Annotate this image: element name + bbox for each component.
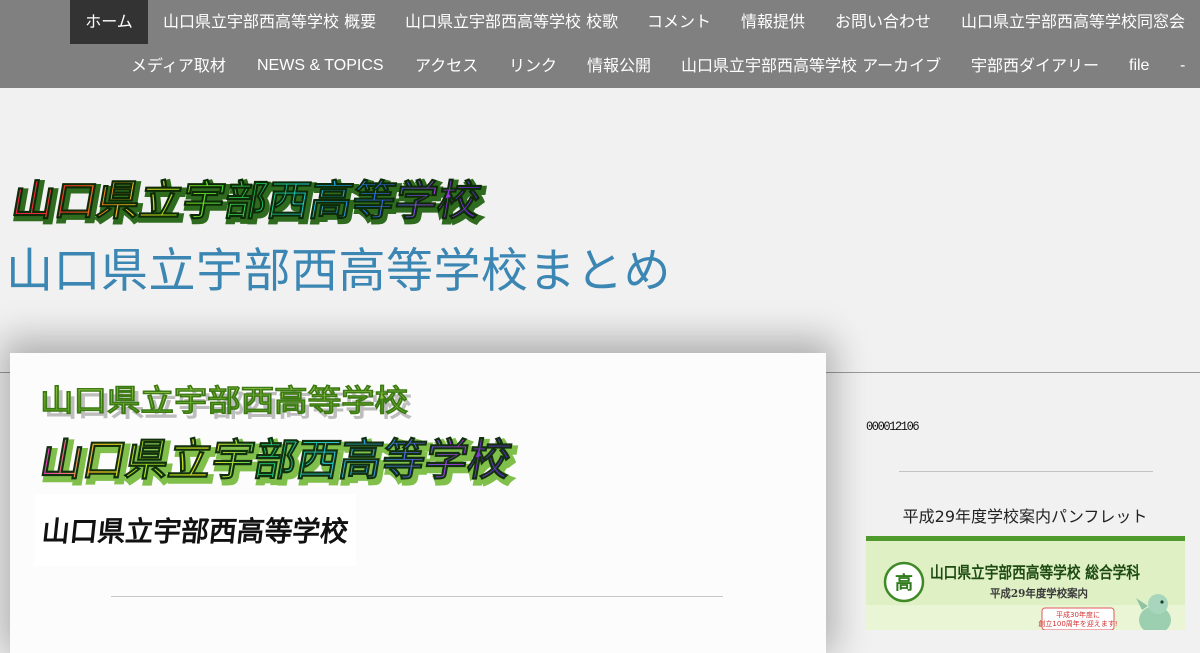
wordart-title-green-text: 山口県立宇部西高等学校 (40, 384, 408, 419)
nav-item-info-provide[interactable]: 情報提供 (741, 0, 805, 44)
global-nav: ホーム 山口県立宇部西高等学校 概要 山口県立宇部西高等学校 校歌 コメント 情… (0, 0, 1200, 88)
wordart-title-rainbow: 山口県立宇部西高等学校 山口県立宇部西高等学校 (36, 435, 521, 488)
calligraphy-text: 山口県立宇部西高等学校 (40, 515, 350, 548)
pamphlet-cover-image[interactable]: 高 山口県立宇部西高等学校 総合学科 平成29年度学校案内 平成30年度に 創立… (866, 536, 1185, 630)
nav-item-school-song[interactable]: 山口県立宇部西高等学校 校歌 (405, 0, 618, 44)
header-wordart-text: 山口県立宇部西高等学校 (8, 176, 485, 225)
pamphlet-subtitle: 平成29年度学校案内 (990, 586, 1088, 600)
nav-row-secondary: メディア取材 NEWS & TOPICS アクセス リンク 情報公開 山口県立宇… (0, 44, 1200, 88)
svg-text:高: 高 (895, 572, 913, 594)
nav-row-primary: ホーム 山口県立宇部西高等学校 概要 山口県立宇部西高等学校 校歌 コメント 情… (0, 0, 1200, 44)
main-content-card: 山口県立宇部西高等学校 山口県立宇部西高等学校 山口県立宇部西高等学校 山口県立… (10, 353, 826, 653)
wordart-title-rainbow-text: 山口県立宇部西高等学校 (36, 435, 516, 486)
access-counter: 000012106 (866, 419, 920, 435)
nav-item-overview[interactable]: 山口県立宇部西高等学校 概要 (163, 0, 376, 44)
pamphlet-note-2: 創立100周年を迎えます! (1038, 619, 1117, 628)
nav-item-more[interactable]: - (1180, 44, 1185, 88)
content-divider (111, 596, 723, 597)
nav-item-disclosure[interactable]: 情報公開 (587, 44, 651, 88)
pamphlet-note-1: 平成30年度に (1056, 610, 1100, 619)
pamphlet-heading: 平成29年度学校案内パンフレット (902, 507, 1148, 526)
nav-item-media[interactable]: メディア取材 (131, 44, 226, 88)
nav-item-news-topics[interactable]: NEWS & TOPICS (257, 44, 384, 88)
nav-item-diary[interactable]: 宇部西ダイアリー (971, 44, 1099, 88)
header-wordart-logo[interactable]: 山口県立宇部西高等学校 山口県立宇部西高等学校 (8, 174, 498, 228)
calligraphy-school-name-image: 山口県立宇部西高等学校 (34, 494, 356, 566)
nav-item-comment[interactable]: コメント (647, 0, 711, 44)
nav-item-archive[interactable]: 山口県立宇部西高等学校 アーカイブ (681, 44, 941, 88)
wordart-title-green: 山口県立宇部西高等学校 山口県立宇部西高等学校 (40, 384, 412, 422)
nav-item-access[interactable]: アクセス (415, 44, 478, 88)
nav-item-file[interactable]: file (1129, 44, 1149, 88)
pamphlet-school-name: 山口県立宇部西高等学校 総合学科 (930, 563, 1140, 582)
site-title[interactable]: 山口県立宇部西高等学校まとめ (6, 232, 671, 301)
nav-item-links[interactable]: リンク (509, 44, 557, 88)
nav-item-contact[interactable]: お問い合わせ (835, 0, 931, 44)
nav-item-home[interactable]: ホーム (70, 0, 148, 44)
nav-item-alumni[interactable]: 山口県立宇部西高等学校同窓会 (961, 0, 1185, 44)
sidebar-divider (899, 471, 1153, 472)
